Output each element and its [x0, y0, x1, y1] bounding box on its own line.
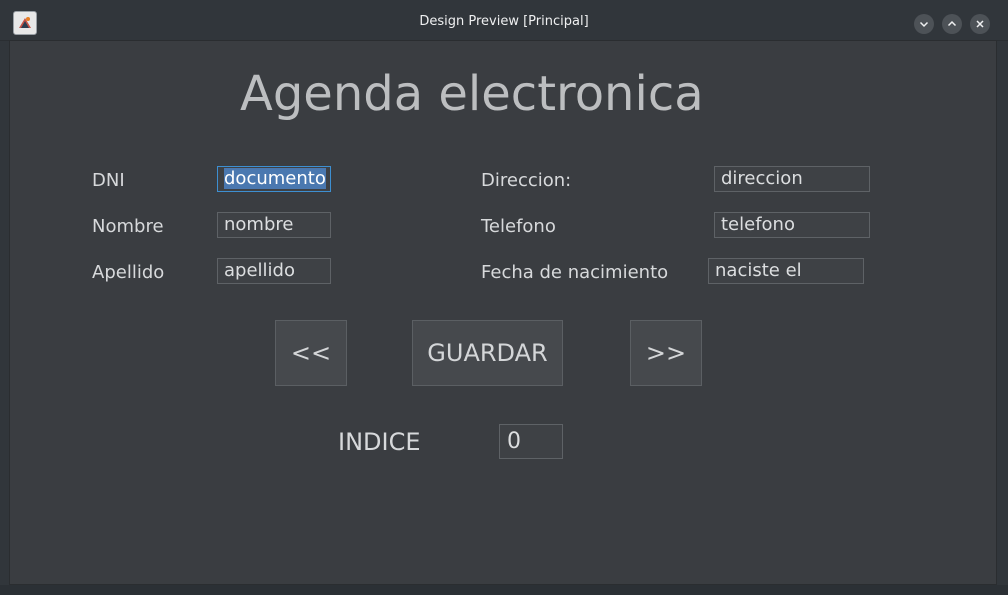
- title-bar[interactable]: Design Preview [Principal]: [0, 0, 1008, 41]
- minimize-button[interactable]: [914, 14, 934, 34]
- application-window: Design Preview [Principal] Agenda electr…: [0, 0, 1008, 595]
- direccion-field[interactable]: direccion: [714, 166, 870, 192]
- save-button[interactable]: GUARDAR: [412, 320, 563, 386]
- chevron-down-icon: [919, 21, 929, 28]
- apellido-field[interactable]: apellido: [217, 258, 331, 284]
- chevron-up-icon: [947, 20, 957, 27]
- dni-value: documento: [224, 168, 326, 189]
- fecha-nacimiento-label: Fecha de nacimiento: [481, 262, 669, 283]
- maximize-button[interactable]: [942, 14, 962, 34]
- page-title: Agenda electronica: [240, 66, 704, 122]
- indice-label: INDICE: [338, 428, 421, 456]
- direccion-label: Direccion:: [481, 170, 572, 191]
- telefono-label: Telefono: [481, 216, 556, 237]
- close-button[interactable]: [970, 14, 990, 34]
- telefono-field[interactable]: telefono: [714, 212, 870, 238]
- fecha-nacimiento-field[interactable]: naciste el: [708, 258, 864, 284]
- close-icon: [976, 20, 984, 28]
- indice-field[interactable]: 0: [499, 424, 563, 459]
- next-button[interactable]: >>: [630, 320, 702, 386]
- window-bottom-edge: [0, 585, 1008, 595]
- apellido-label: Apellido: [92, 262, 165, 283]
- previous-button[interactable]: <<: [275, 320, 347, 386]
- nombre-label: Nombre: [92, 216, 164, 237]
- dni-label: DNI: [92, 170, 125, 191]
- dni-field[interactable]: documento: [217, 166, 331, 192]
- nombre-field[interactable]: nombre: [217, 212, 331, 238]
- window-title: Design Preview [Principal]: [419, 14, 589, 29]
